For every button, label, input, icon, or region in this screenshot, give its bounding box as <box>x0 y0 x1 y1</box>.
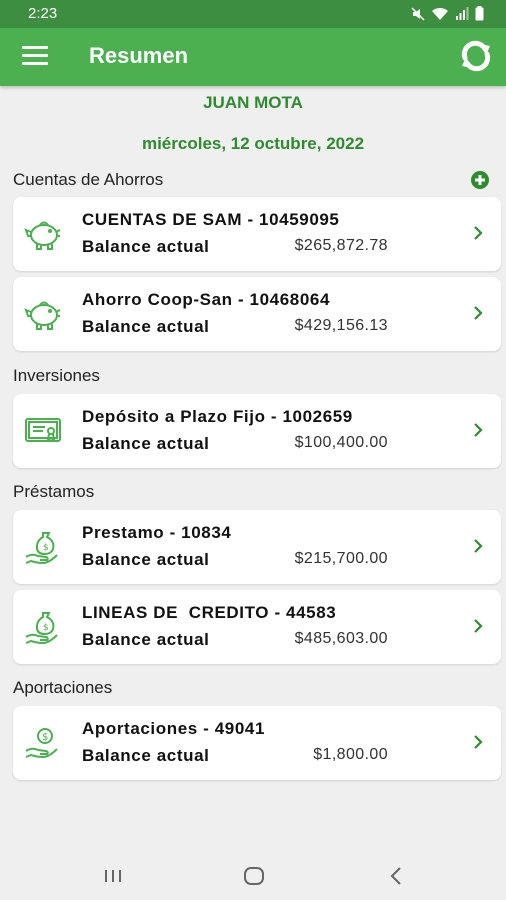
section-title-ahorros: Cuentas de Ahorros <box>13 170 164 189</box>
balance-label: Balance actual <box>82 317 210 336</box>
account-name: Ahorro Coop-San - 10468064 <box>82 290 330 309</box>
account-card[interactable]: CUENTAS DE SAM - 10459095 Balance actual… <box>13 197 501 271</box>
status-icons <box>411 6 484 26</box>
status-bar: 2:23 <box>0 0 506 28</box>
app-bar: Resumen <box>0 28 506 86</box>
balance-amount: $265,872.78 <box>294 237 388 254</box>
money-bag-hand-icon: $ <box>23 527 65 567</box>
status-time: 2:23 <box>28 5 58 22</box>
balance-amount: $100,400.00 <box>294 434 388 451</box>
mute-icon <box>411 6 425 26</box>
home-icon[interactable] <box>239 864 269 888</box>
account-name: CUENTAS DE SAM - 10459095 <box>82 210 340 229</box>
piggy-bank-icon <box>23 294 65 334</box>
system-nav-bar <box>0 852 506 900</box>
account-name: LINEAS DE CREDITO - 44583 <box>82 603 337 622</box>
wifi-icon <box>431 7 449 26</box>
chevron-right-icon <box>471 223 485 243</box>
battery-icon <box>475 6 484 26</box>
account-card[interactable]: Depósito a Plazo Fijo - 1002659 Balance … <box>13 394 501 468</box>
account-card[interactable]: Ahorro Coop-San - 10468064 Balance actua… <box>13 277 501 351</box>
back-icon[interactable] <box>382 864 412 888</box>
signal-icon <box>455 6 469 26</box>
svg-text:$: $ <box>43 623 49 633</box>
account-card[interactable]: $ Aportaciones - 49041 Balance actual $1… <box>13 706 501 780</box>
balance-label: Balance actual <box>82 550 210 569</box>
balance-amount: $429,156.13 <box>294 317 388 334</box>
balance-amount: $1,800.00 <box>313 746 388 763</box>
refresh-icon[interactable] <box>456 36 496 76</box>
account-name: Depósito a Plazo Fijo - 1002659 <box>82 407 353 426</box>
balance-amount: $215,700.00 <box>294 550 388 567</box>
section-title-prestamos: Préstamos <box>13 482 95 501</box>
section-title-inversiones: Inversiones <box>13 366 100 385</box>
balance-label: Balance actual <box>82 434 210 453</box>
current-date: miércoles, 12 octubre, 2022 <box>141 134 365 153</box>
account-name: Aportaciones - 49041 <box>82 719 266 738</box>
account-card[interactable]: $ Prestamo - 10834 Balance actual $215,7… <box>13 510 501 584</box>
balance-label: Balance actual <box>82 630 210 649</box>
account-card[interactable]: $ LINEAS DE CREDITO - 44583 Balance actu… <box>13 590 501 664</box>
account-name: Prestamo - 10834 <box>82 523 232 542</box>
page-title: Resumen <box>89 43 189 68</box>
svg-text:$: $ <box>42 732 48 743</box>
svg-text:$: $ <box>43 543 49 553</box>
balance-label: Balance actual <box>82 746 210 765</box>
section-title-aportaciones: Aportaciones <box>13 678 113 697</box>
balance-label: Balance actual <box>82 237 210 256</box>
user-name: JUAN MOTA <box>203 93 303 112</box>
piggy-bank-icon <box>23 214 65 254</box>
coin-hand-icon: $ <box>23 723 65 763</box>
hamburger-menu-icon[interactable] <box>22 46 48 68</box>
certificate-icon <box>23 411 65 451</box>
chevron-right-icon <box>471 536 485 556</box>
balance-amount: $485,603.00 <box>294 630 388 647</box>
money-bag-hand-icon: $ <box>23 607 65 647</box>
recent-apps-icon[interactable] <box>98 864 128 888</box>
chevron-right-icon <box>471 420 485 440</box>
chevron-right-icon <box>471 616 485 636</box>
chevron-right-icon <box>471 732 485 752</box>
add-account-icon[interactable] <box>470 170 490 190</box>
chevron-right-icon <box>471 303 485 323</box>
